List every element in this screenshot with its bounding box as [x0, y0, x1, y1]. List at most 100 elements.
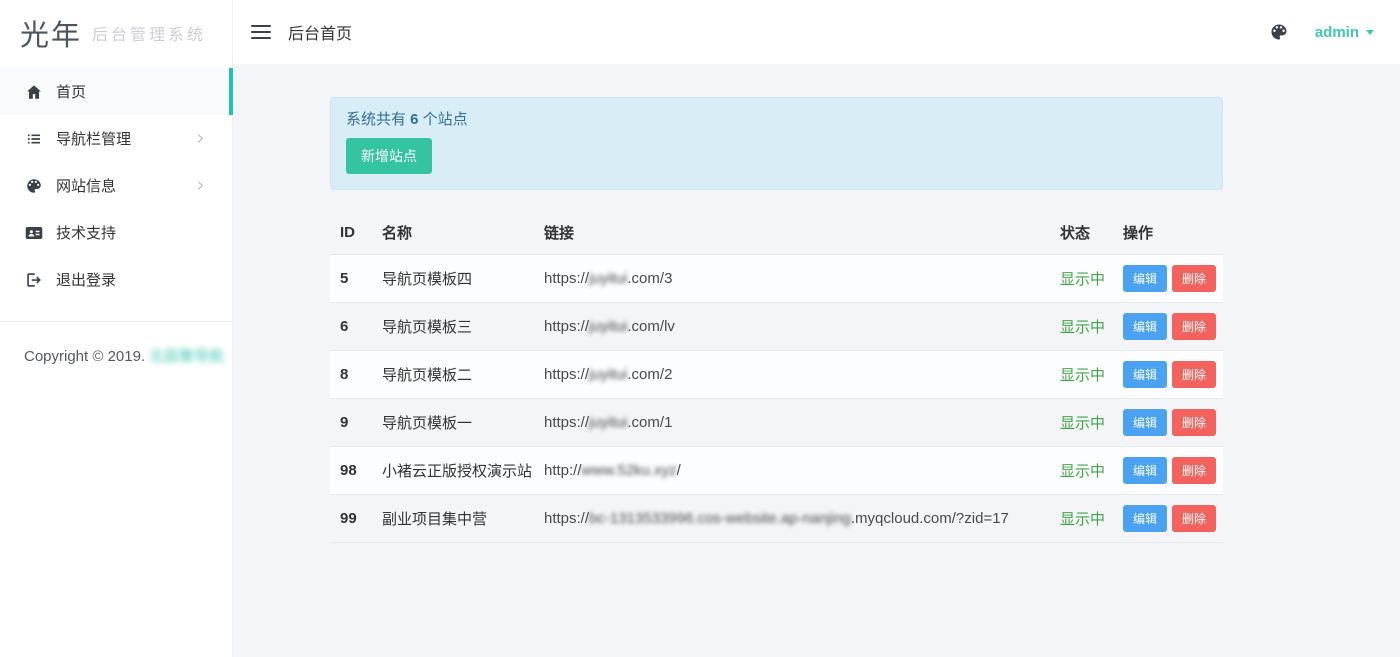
table-row: 8 导航页模板二 https://juyitui.com/2 显示中 编辑删除	[330, 351, 1223, 399]
site-id: 8	[330, 351, 372, 399]
home-icon	[25, 83, 43, 101]
sidebar-item-label: 网站信息	[56, 175, 116, 196]
table-row: 6 导航页模板三 https://juyitui.com/lv 显示中 编辑删除	[330, 303, 1223, 351]
link-prefix: https://	[544, 318, 589, 335]
header-status: 状态	[1050, 211, 1113, 255]
site-count-alert: 系统共有 6 个站点 新增站点	[330, 97, 1223, 190]
status-badge: 显示中	[1060, 511, 1105, 528]
link-suffix: /	[677, 462, 681, 479]
hamburger-icon[interactable]	[251, 25, 271, 39]
palette-icon[interactable]	[1269, 22, 1289, 42]
site-id: 98	[330, 447, 372, 495]
table-header-row: ID 名称 链接 状态 操作	[330, 211, 1223, 255]
link-blurred: juyitui	[589, 414, 627, 431]
sidebar-item-logout[interactable]: 退出登录	[0, 256, 232, 303]
header-link: 链接	[534, 211, 1050, 255]
sidebar-item-label: 首页	[56, 81, 86, 102]
site-link: https://bc-1313533996.cos-website.ap-nan…	[534, 495, 1050, 543]
header-name: 名称	[372, 211, 534, 255]
main-content: 系统共有 6 个站点 新增站点 ID 名称 链接 状态 操作 5 导航页模板四 …	[233, 65, 1400, 657]
link-suffix: .com/3	[627, 270, 672, 287]
header-actions: 操作	[1113, 211, 1223, 255]
username: admin	[1315, 24, 1359, 41]
site-count: 6	[410, 111, 418, 128]
link-prefix: https://	[544, 270, 589, 287]
sidebar-menu: 首页 导航栏管理 网站信息 技术支持	[0, 68, 232, 303]
sidebar-item-tech-support[interactable]: 技术支持	[0, 209, 232, 256]
link-blurred: juyitui	[589, 270, 627, 287]
sidebar-item-label: 导航栏管理	[56, 128, 131, 149]
site-id: 9	[330, 399, 372, 447]
link-prefix: https://	[544, 414, 589, 431]
link-blurred: juyitui	[589, 366, 627, 383]
site-name: 导航页模板二	[372, 351, 534, 399]
site-link: https://juyitui.com/3	[534, 255, 1050, 303]
status-badge: 显示中	[1060, 367, 1105, 384]
site-link: https://juyitui.com/1	[534, 399, 1050, 447]
sidebar-item-site-info[interactable]: 网站信息	[0, 162, 232, 209]
topbar: 后台首页 admin	[233, 0, 1400, 65]
site-link: http://www.52ku.xyz/	[534, 447, 1050, 495]
id-card-icon	[25, 224, 43, 242]
palette-icon	[25, 177, 43, 195]
sidebar: 光年 后台管理系统 首页 导航栏管理 网站信息	[0, 0, 233, 657]
page-title: 后台首页	[288, 20, 352, 44]
edit-button[interactable]: 编辑	[1123, 313, 1167, 340]
delete-button[interactable]: 删除	[1172, 361, 1216, 388]
link-prefix: https://	[544, 366, 589, 383]
delete-button[interactable]: 删除	[1172, 409, 1216, 436]
alert-prefix: 系统共有	[346, 111, 410, 128]
delete-button[interactable]: 删除	[1172, 265, 1216, 292]
sidebar-item-home[interactable]: 首页	[0, 68, 232, 115]
status-badge: 显示中	[1060, 271, 1105, 288]
link-blurred: bc-1313533996.cos-website.ap-nanjing	[589, 510, 851, 527]
sidebar-item-label: 技术支持	[56, 222, 116, 243]
site-id: 99	[330, 495, 372, 543]
user-dropdown[interactable]: admin	[1315, 24, 1374, 41]
status-badge: 显示中	[1060, 463, 1105, 480]
caret-down-icon	[1366, 30, 1374, 35]
list-icon	[25, 130, 43, 148]
link-prefix: https://	[544, 510, 589, 527]
link-suffix: .com/2	[627, 366, 672, 383]
status-badge: 显示中	[1060, 319, 1105, 336]
site-link: https://juyitui.com/lv	[534, 303, 1050, 351]
link-suffix: .com/1	[627, 414, 672, 431]
link-blurred: juyitui	[589, 318, 627, 335]
table-row: 5 导航页模板四 https://juyitui.com/3 显示中 编辑删除	[330, 255, 1223, 303]
edit-button[interactable]: 编辑	[1123, 457, 1167, 484]
site-name: 导航页模板三	[372, 303, 534, 351]
chevron-right-icon	[195, 133, 206, 144]
topbar-right: admin	[1269, 22, 1374, 42]
link-prefix: http://	[544, 462, 582, 479]
copyright: Copyright © 2019. 北辰聚导航	[0, 322, 232, 366]
edit-button[interactable]: 编辑	[1123, 265, 1167, 292]
logout-icon	[25, 271, 43, 289]
edit-button[interactable]: 编辑	[1123, 361, 1167, 388]
sidebar-item-nav-management[interactable]: 导航栏管理	[0, 115, 232, 162]
edit-button[interactable]: 编辑	[1123, 409, 1167, 436]
site-name: 副业项目集中营	[372, 495, 534, 543]
delete-button[interactable]: 删除	[1172, 313, 1216, 340]
sites-table: ID 名称 链接 状态 操作 5 导航页模板四 https://juyitui.…	[330, 211, 1223, 543]
status-badge: 显示中	[1060, 415, 1105, 432]
site-id: 6	[330, 303, 372, 351]
copyright-brand: 北辰聚导航	[149, 348, 224, 365]
edit-button[interactable]: 编辑	[1123, 505, 1167, 532]
app-logo: 光年 后台管理系统	[0, 0, 232, 65]
alert-suffix: 个站点	[419, 111, 468, 128]
sidebar-item-label: 退出登录	[56, 269, 116, 290]
delete-button[interactable]: 删除	[1172, 457, 1216, 484]
copyright-text: Copyright © 2019.	[24, 348, 149, 365]
add-site-button[interactable]: 新增站点	[346, 138, 432, 174]
site-name: 导航页模板一	[372, 399, 534, 447]
table-row: 98 小褚云正版授权演示站 http://www.52ku.xyz/ 显示中 编…	[330, 447, 1223, 495]
site-id: 5	[330, 255, 372, 303]
link-suffix: .com/lv	[627, 318, 675, 335]
logo-subtitle: 后台管理系统	[92, 21, 206, 45]
header-id: ID	[330, 211, 372, 255]
delete-button[interactable]: 删除	[1172, 505, 1216, 532]
table-row: 99 副业项目集中营 https://bc-1313533996.cos-web…	[330, 495, 1223, 543]
site-link: https://juyitui.com/2	[534, 351, 1050, 399]
table-row: 9 导航页模板一 https://juyitui.com/1 显示中 编辑删除	[330, 399, 1223, 447]
